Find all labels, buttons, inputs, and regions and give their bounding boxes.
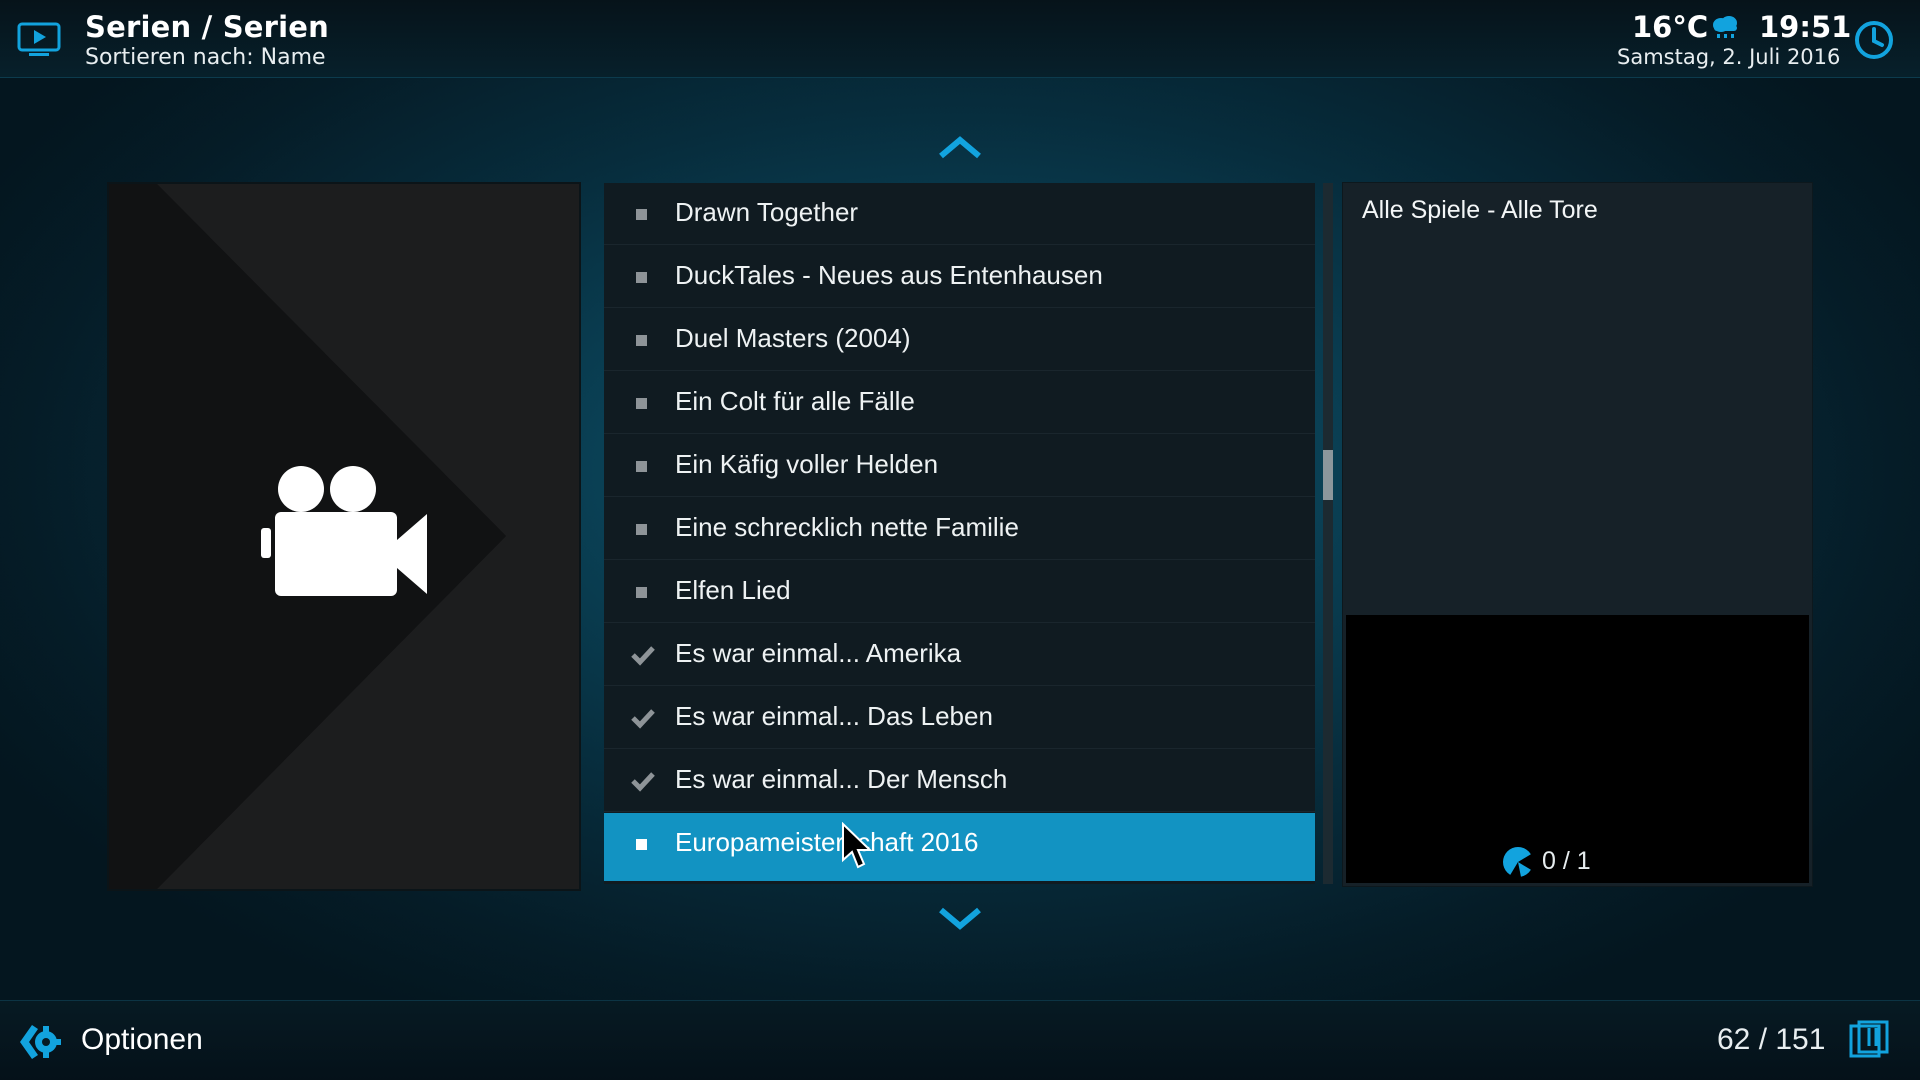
list-item-label: Elfen Lied xyxy=(675,575,791,605)
date-label: Samstag, 2. Juli 2016 xyxy=(1617,45,1841,69)
list-item[interactable]: Ein Colt für alle Fälle xyxy=(604,372,1315,434)
options-button[interactable]: Optionen xyxy=(81,1023,203,1057)
list-item-label: Es war einmal... Amerika xyxy=(675,638,962,668)
list-item[interactable]: Es war einmal... Amerika xyxy=(604,624,1315,686)
tv-icon xyxy=(17,22,61,56)
episode-progress-count: 0 / 1 xyxy=(1542,847,1591,875)
list-item[interactable]: Eine schrecklich nette Familie xyxy=(604,498,1315,560)
list-item[interactable]: DuckTales - Neues aus Entenhausen xyxy=(604,246,1315,308)
unwatched-bullet-icon xyxy=(636,209,647,220)
sort-label: Sortieren nach: Name xyxy=(85,45,326,70)
scroll-down-arrow-icon[interactable] xyxy=(937,906,983,932)
list-item-label: Ein Colt für alle Fälle xyxy=(675,386,915,416)
scroll-up-arrow-icon[interactable] xyxy=(937,134,983,160)
series-list[interactable]: Drawn Together DuckTales - Neues aus Ente… xyxy=(604,183,1315,884)
unwatched-bullet-icon xyxy=(636,398,647,409)
list-item-label: Drawn Together xyxy=(675,197,859,227)
unwatched-bullet-icon xyxy=(636,587,647,598)
list-item-label: Es war einmal... Das Leben xyxy=(675,701,993,731)
bottom-bar: Optionen 62 / 151 xyxy=(0,1000,1920,1080)
rain-cloud-icon xyxy=(1713,16,1737,38)
list-item-label: DuckTales - Neues aus Entenhausen xyxy=(675,260,1103,290)
library-stack-icon xyxy=(1849,1020,1889,1058)
options-gear-icon[interactable] xyxy=(18,1021,62,1063)
mouse-cursor-icon xyxy=(842,822,873,869)
list-item[interactable]: Elfen Lied xyxy=(604,561,1315,623)
list-item[interactable]: Ein Käfig voller Helden xyxy=(604,435,1315,497)
watched-check-icon xyxy=(631,709,655,729)
page-title: Serien / Serien xyxy=(85,10,330,44)
temperature: 16°C xyxy=(1632,10,1709,44)
list-item[interactable]: Duel Masters (2004) xyxy=(604,309,1315,371)
info-thumbnail: 0 / 1 xyxy=(1346,615,1809,883)
unwatched-bullet-icon xyxy=(636,524,647,535)
item-counter: 62 / 151 xyxy=(1717,1023,1826,1056)
poster-panel xyxy=(107,182,581,891)
list-item[interactable]: Es war einmal... Das Leben xyxy=(604,687,1315,749)
unwatched-bullet-icon xyxy=(636,839,647,850)
list-item-label: Ein Käfig voller Helden xyxy=(675,449,939,479)
list-item[interactable]: Drawn Together xyxy=(604,183,1315,245)
unwatched-bullet-icon xyxy=(636,461,647,472)
episode-progress-icon xyxy=(1503,847,1533,877)
watched-check-icon xyxy=(631,646,655,666)
list-item-label: Duel Masters (2004) xyxy=(675,323,911,353)
top-bar: Serien / Serien Sortieren nach: Name 16°… xyxy=(0,0,1920,78)
list-item-label: Es war einmal... Der Mensch xyxy=(675,764,1008,794)
list-item-label: Europameisterschaft 2016 xyxy=(675,827,979,857)
clock-icon xyxy=(1855,21,1893,59)
unwatched-bullet-icon xyxy=(636,335,647,346)
unwatched-bullet-icon xyxy=(636,272,647,283)
list-item-label: Eine schrecklich nette Familie xyxy=(675,512,1019,542)
clock-time: 19:51 xyxy=(1759,10,1852,44)
scrollbar-thumb[interactable] xyxy=(1323,450,1333,500)
list-item[interactable]: Es war einmal... Der Mensch xyxy=(604,750,1315,812)
list-item[interactable]: Europameisterschaft 2016 xyxy=(604,813,1315,881)
info-panel: Alle Spiele - Alle Tore 0 / 1 xyxy=(1342,182,1813,887)
scrollbar[interactable] xyxy=(1323,183,1333,884)
episode-title: Alle Spiele - Alle Tore xyxy=(1362,196,1598,224)
watched-check-icon xyxy=(631,772,655,792)
video-camera-icon xyxy=(261,466,427,596)
